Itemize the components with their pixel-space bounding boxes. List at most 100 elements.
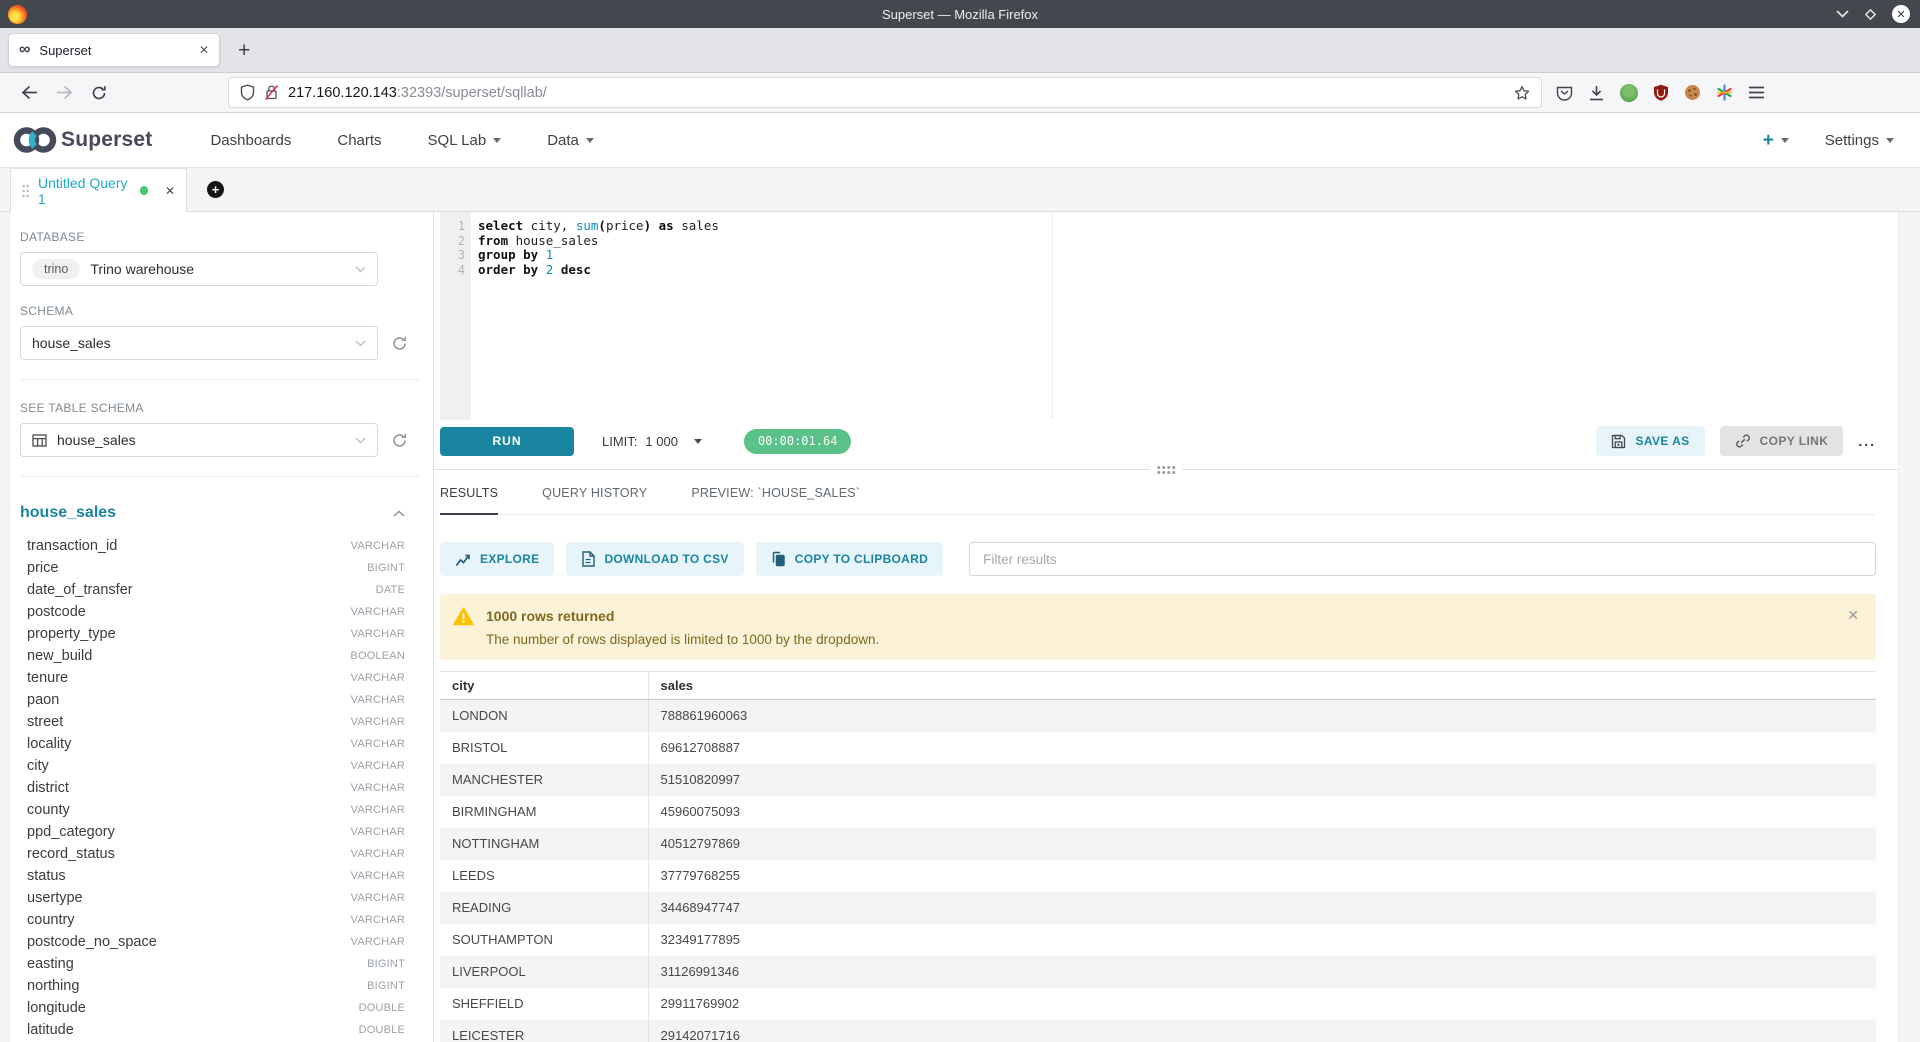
copy-link-button[interactable]: COPY LINK bbox=[1720, 426, 1844, 456]
chevron-down-icon bbox=[355, 266, 366, 273]
nav-dashboards[interactable]: Dashboards bbox=[210, 132, 291, 149]
column-name: paon bbox=[20, 692, 59, 708]
limit-dropdown[interactable]: LIMIT: 1 000 bbox=[602, 434, 702, 449]
schema-column-row[interactable]: new_buildBOOLEAN bbox=[20, 645, 405, 667]
schema-column-row[interactable]: paonVARCHAR bbox=[20, 689, 405, 711]
schema-column-row[interactable]: districtVARCHAR bbox=[20, 777, 405, 799]
extension-ublock-icon[interactable] bbox=[1653, 84, 1669, 101]
schema-column-row[interactable]: statusVARCHAR bbox=[20, 865, 405, 887]
query-tab-active[interactable]: Untitled Query 1 ✕ bbox=[10, 168, 187, 212]
shield-icon[interactable] bbox=[240, 84, 255, 101]
results-resize-divider[interactable] bbox=[434, 469, 1898, 470]
column-type: VARCHAR bbox=[351, 760, 405, 772]
add-query-tab-button[interactable]: + bbox=[207, 168, 224, 211]
schema-column-row[interactable]: usertypeVARCHAR bbox=[20, 887, 405, 909]
forward-icon[interactable] bbox=[56, 85, 73, 100]
right-gutter bbox=[1898, 212, 1920, 1042]
explore-button[interactable]: EXPLORE bbox=[440, 542, 554, 576]
download-icon[interactable] bbox=[1588, 85, 1605, 101]
schema-column-row[interactable]: tenureVARCHAR bbox=[20, 667, 405, 689]
schema-column-row[interactable]: transaction_idVARCHAR bbox=[20, 535, 405, 557]
pocket-icon[interactable] bbox=[1556, 85, 1573, 101]
reload-icon[interactable] bbox=[91, 85, 107, 101]
chevron-down-icon bbox=[586, 138, 594, 143]
copy-to-clipboard-button[interactable]: COPY TO CLIPBOARD bbox=[756, 542, 943, 576]
window-maximize-icon[interactable] bbox=[1864, 8, 1877, 21]
schema-column-row[interactable]: countryVARCHAR bbox=[20, 909, 405, 931]
schema-column-row[interactable]: eastingBIGINT bbox=[20, 953, 405, 975]
column-type: BIGINT bbox=[367, 980, 405, 992]
schema-column-row[interactable]: postcodeVARCHAR bbox=[20, 601, 405, 623]
header-city[interactable]: city bbox=[440, 672, 648, 700]
schema-column-row[interactable]: record_statusVARCHAR bbox=[20, 843, 405, 865]
schema-column-row[interactable]: longitudeDOUBLE bbox=[20, 997, 405, 1019]
column-name: price bbox=[20, 560, 58, 576]
header-sales[interactable]: sales bbox=[648, 672, 1876, 700]
save-icon bbox=[1611, 434, 1626, 449]
schema-column-row[interactable]: date_of_transferDATE bbox=[20, 579, 405, 601]
more-options-button[interactable]: ... bbox=[1858, 433, 1876, 449]
tab-results[interactable]: RESULTS bbox=[440, 486, 498, 515]
menu-hamburger-icon[interactable] bbox=[1748, 86, 1765, 99]
chevron-down-icon bbox=[355, 437, 366, 444]
schema-label: SCHEMA bbox=[20, 304, 433, 318]
schema-column-row[interactable]: ppd_categoryVARCHAR bbox=[20, 821, 405, 843]
results-table: city sales LONDON788861960063BRISTOL6961… bbox=[440, 671, 1876, 1042]
refresh-tables-icon[interactable] bbox=[391, 432, 408, 449]
download-csv-button[interactable]: DOWNLOAD TO CSV bbox=[566, 542, 743, 576]
schema-column-row[interactable]: postcode_no_spaceVARCHAR bbox=[20, 931, 405, 953]
sql-code-line: select city, sum(price) as sales bbox=[478, 219, 1898, 234]
nav-sql-lab[interactable]: SQL Lab bbox=[428, 132, 502, 149]
schema-column-row[interactable]: cityVARCHAR bbox=[20, 755, 405, 777]
rows-returned-alert: 1000 rows returned The number of rows di… bbox=[440, 594, 1876, 660]
table-schema-heading[interactable]: house_sales bbox=[20, 504, 116, 522]
new-tab-button[interactable]: + bbox=[238, 40, 250, 61]
filter-results-input[interactable] bbox=[969, 542, 1876, 576]
window-minimize-icon[interactable] bbox=[1836, 10, 1849, 18]
back-icon[interactable] bbox=[21, 85, 38, 100]
sql-code-line: from house_sales bbox=[478, 234, 1898, 249]
save-as-button[interactable]: SAVE AS bbox=[1596, 426, 1704, 456]
nav-data[interactable]: Data bbox=[547, 132, 594, 149]
schema-column-row[interactable]: property_typeVARCHAR bbox=[20, 623, 405, 645]
schema-column-row[interactable]: priceBIGINT bbox=[20, 557, 405, 579]
settings-menu[interactable]: Settings bbox=[1825, 132, 1894, 149]
sql-code-editor[interactable]: 1234 select city, sum(price) as salesfro… bbox=[440, 212, 1898, 420]
query-tab-close-icon[interactable]: ✕ bbox=[165, 184, 175, 198]
brand-title[interactable]: Superset bbox=[61, 128, 152, 152]
resize-handle-icon[interactable] bbox=[1150, 466, 1182, 474]
extension-cookie-icon[interactable] bbox=[1684, 84, 1701, 101]
extension-privacy-icon[interactable] bbox=[1620, 84, 1638, 102]
browser-tab-title: Superset bbox=[39, 43, 190, 58]
column-type: BOOLEAN bbox=[350, 650, 405, 662]
tab-query-history[interactable]: QUERY HISTORY bbox=[542, 486, 647, 514]
lock-insecure-icon[interactable] bbox=[264, 84, 279, 101]
schema-column-row[interactable]: streetVARCHAR bbox=[20, 711, 405, 733]
window-close-icon[interactable]: ✕ bbox=[1892, 5, 1910, 23]
run-button[interactable]: RUN bbox=[440, 427, 574, 456]
superset-logo-icon[interactable] bbox=[12, 124, 58, 156]
extension-sparkle-icon[interactable] bbox=[1716, 84, 1733, 101]
tab-preview-house-sales[interactable]: PREVIEW: `HOUSE_SALES` bbox=[691, 486, 860, 514]
table-select[interactable]: house_sales bbox=[20, 423, 378, 457]
schema-column-row[interactable]: latitudeDOUBLE bbox=[20, 1019, 405, 1041]
database-select[interactable]: trino Trino warehouse bbox=[20, 252, 378, 286]
refresh-schema-icon[interactable] bbox=[391, 335, 408, 352]
bookmark-star-icon[interactable] bbox=[1514, 85, 1530, 101]
browser-tab[interactable]: ∞ Superset ✕ bbox=[8, 33, 220, 67]
alert-close-icon[interactable]: ✕ bbox=[1847, 607, 1859, 624]
drag-handle-icon[interactable] bbox=[22, 184, 29, 198]
cell-sales: 69612708887 bbox=[648, 732, 1876, 764]
nav-charts[interactable]: Charts bbox=[337, 132, 381, 149]
new-item-plus-button[interactable]: + bbox=[1763, 131, 1789, 150]
schema-select[interactable]: house_sales bbox=[20, 326, 378, 360]
collapse-chevron-up-icon[interactable] bbox=[393, 510, 405, 517]
result-row: SHEFFIELD29911769902 bbox=[440, 988, 1876, 1020]
schema-column-row[interactable]: localityVARCHAR bbox=[20, 733, 405, 755]
url-bar[interactable]: 217.160.120.143:32393/superset/sqllab/ bbox=[228, 77, 1542, 108]
cell-sales: 32349177895 bbox=[648, 924, 1876, 956]
schema-column-row[interactable]: countyVARCHAR bbox=[20, 799, 405, 821]
tab-close-icon[interactable]: ✕ bbox=[199, 43, 209, 57]
column-type: VARCHAR bbox=[351, 870, 405, 882]
schema-column-row[interactable]: northingBIGINT bbox=[20, 975, 405, 997]
